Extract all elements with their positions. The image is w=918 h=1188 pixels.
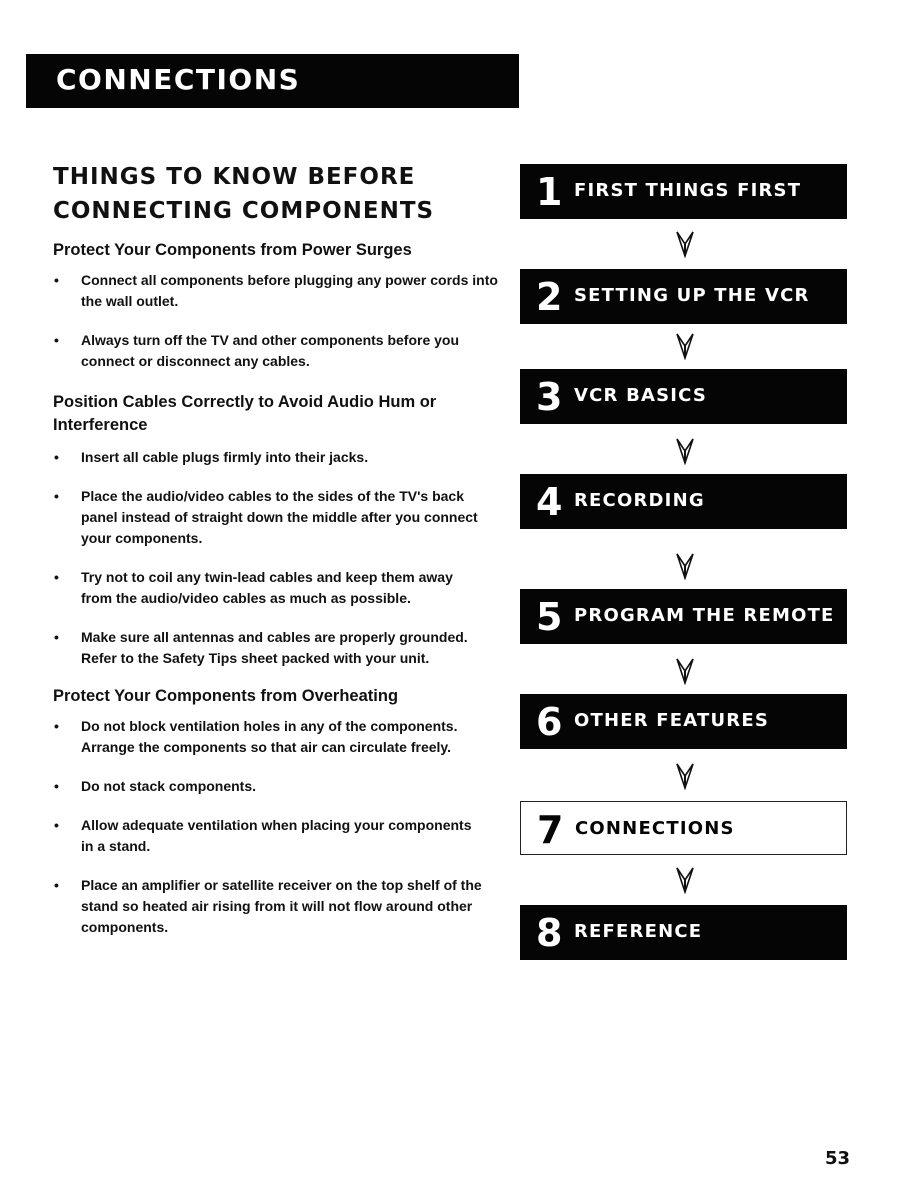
bullet-icon: • [54,718,59,734]
bullet-icon: • [54,332,59,348]
bullet-text: Do not block ventilation holes in any of… [81,718,458,755]
chapter-number: 1 [536,170,563,214]
down-arrow-icon [676,438,694,465]
bullet-icon: • [54,877,59,893]
chapter-label: VCR BASICS [574,385,708,406]
chapter-nav-item-6[interactable]: 6 OTHER FEATURES [520,694,847,749]
bullet-icon: • [54,778,59,794]
bullet-text: Make sure all antennas and cables are pr… [81,629,468,666]
bullet-icon: • [54,817,59,833]
down-arrow-icon [676,333,694,360]
page-title-line2: CONNECTING COMPONENTS [53,198,435,224]
bullet-text: Always turn off the TV and other compone… [81,332,460,369]
bullet-icon: • [54,569,59,585]
page-number: 53 [825,1148,851,1169]
list-item: • Always turn off the TV and other compon… [53,330,503,372]
bullet-icon: • [54,629,59,645]
bullet-text: Insert all cable plugs firmly into their… [81,449,369,465]
section-heading-overheating: Protect Your Components from Overheating [53,687,399,705]
chapter-nav-item-8[interactable]: 8 REFERENCE [520,905,847,960]
chapter-nav-item-3[interactable]: 3 VCR BASICS [520,369,847,424]
chapter-label: CONNECTIONS [575,818,735,839]
chapter-label: OTHER FEATURES [574,710,770,731]
list-item: • Make sure all antennas and cables are p… [53,627,503,669]
down-arrow-icon [676,763,694,790]
list-item: • Place the audio/video cables to the sid… [53,486,503,549]
list-item: • Insert all cable plugs firmly into thei… [53,447,503,468]
chapter-label: REFERENCE [574,921,703,942]
list-item: • Do not stack components. [53,776,503,797]
list-item: • Do not block ventilation holes in any o… [53,716,503,758]
chapter-nav-item-2[interactable]: 2 SETTING UP THE VCR [520,269,847,324]
list-item: • Place an amplifier or satellite receive… [53,875,503,938]
chapter-number: 6 [536,700,563,744]
down-arrow-icon [676,553,694,580]
down-arrow-icon [676,867,694,894]
chapter-label: SETTING UP THE VCR [574,285,810,306]
bullet-text: Allow adequate ventilation when placing … [81,817,472,854]
chapter-number: 3 [536,375,563,419]
page-title-line1: THINGS TO KNOW BEFORE [53,164,416,190]
bullet-icon: • [54,488,59,504]
bullet-list-overheating: • Do not block ventilation holes in any o… [53,716,503,938]
section-heading-cables: Position Cables Correctly to Avoid Audio… [53,393,437,434]
list-item: • Connect all components before plugging … [53,270,503,312]
list-item: • Allow adequate ventilation when placing… [53,815,481,857]
chapter-number: 5 [536,595,563,639]
chapter-number: 4 [536,480,563,524]
chapter-number: 8 [536,911,563,955]
chapter-nav-item-7-current[interactable]: 7 CONNECTIONS [520,801,847,855]
chapter-label: RECORDING [574,490,705,511]
section-heading-power-surges: Protect Your Components from Power Surge… [53,241,412,259]
bullet-icon: • [54,272,59,288]
chapter-nav-item-5[interactable]: 5 PROGRAM THE REMOTE [520,589,847,644]
bullet-text: Connect all components before plugging a… [81,272,498,309]
bullet-text: Do not stack components. [81,778,257,794]
chapter-header-bar: CONNECTIONS [26,54,519,108]
chapter-label: PROGRAM THE REMOTE [574,605,835,626]
chapter-nav-item-4[interactable]: 4 RECORDING [520,474,847,529]
chapter-number: 7 [537,808,564,852]
bullet-icon: • [54,449,59,465]
chapter-number: 2 [536,275,563,319]
bullet-text: Place an amplifier or satellite receiver… [81,877,482,935]
down-arrow-icon [676,231,694,258]
bullet-text: Try not to coil any twin-lead cables and… [81,569,453,606]
bullet-list-power-surges: • Connect all components before plugging … [53,270,503,372]
chapter-label: FIRST THINGS FIRST [574,180,802,201]
bullet-text: Place the audio/video cables to the side… [81,488,478,546]
main-content: THINGS TO KNOW BEFORE CONNECTING COMPONE… [53,160,503,938]
chapter-title: CONNECTIONS [56,63,301,96]
down-arrow-icon [676,658,694,685]
list-item: • Try not to coil any twin-lead cables an… [53,567,481,609]
page-title: THINGS TO KNOW BEFORE CONNECTING COMPONE… [53,160,503,228]
chapter-nav-item-1[interactable]: 1 FIRST THINGS FIRST [520,164,847,219]
bullet-list-cables: • Insert all cable plugs firmly into thei… [53,447,503,669]
